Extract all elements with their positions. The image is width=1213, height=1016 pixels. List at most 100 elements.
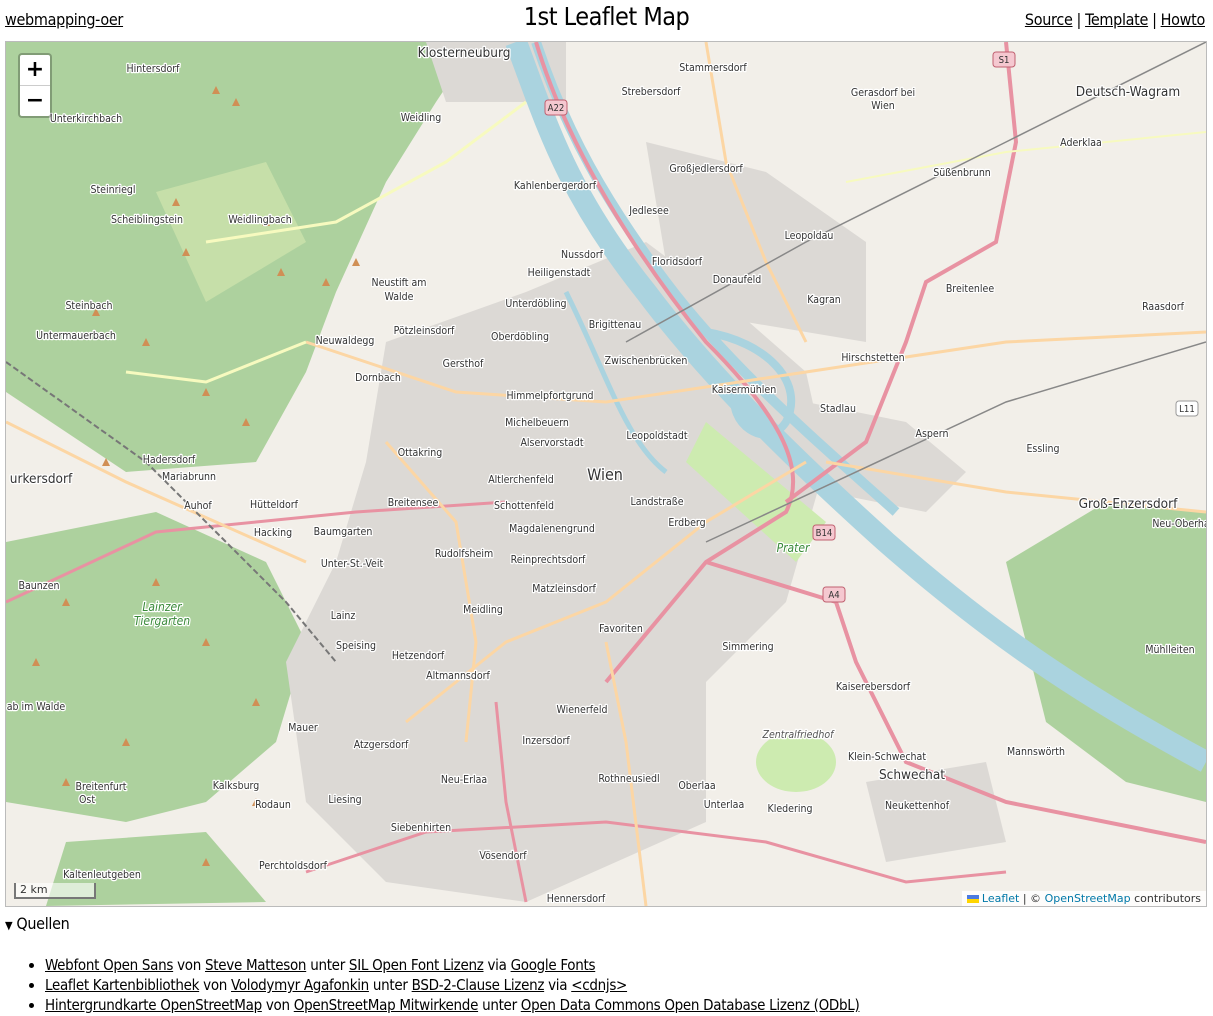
zoom-control: + −	[18, 53, 52, 118]
map-label: Weidlingbach	[228, 214, 291, 226]
map-label: Essling	[1026, 443, 1059, 455]
map-label: Liesing	[328, 794, 361, 806]
city-label-wien: Wien	[587, 465, 623, 484]
source-link[interactable]: Steve Matteson	[205, 956, 306, 974]
map-label: Breitensee	[388, 497, 439, 509]
map-label: Zentralfriedhof	[762, 729, 836, 741]
source-link[interactable]: BSD-2-Clause Lizenz	[412, 976, 545, 994]
map-label: Oberdöbling	[491, 331, 549, 343]
map-label: Steinbach	[65, 300, 112, 312]
map-label: Unterdöbling	[505, 298, 566, 310]
sources-summary-label: Quellen	[16, 914, 70, 933]
source-link[interactable]: Leaflet Kartenbibliothek	[45, 976, 199, 994]
map-label: Meidling	[463, 604, 503, 616]
map-label: Neuwaldegg	[316, 335, 375, 347]
map-label: Matzleinsdorf	[532, 583, 596, 595]
source-text: von	[173, 956, 206, 974]
zoom-in-button[interactable]: +	[20, 55, 50, 86]
map-label: Tiergarten	[134, 614, 190, 628]
map-label: Perchtoldsdorf	[259, 860, 328, 872]
source-item: Webfont Open Sans von Steve Matteson unt…	[45, 955, 859, 975]
triangle-down-icon: ▼	[5, 919, 13, 932]
attribution: Leaflet | © OpenStreetMap contributors	[961, 891, 1206, 906]
map-label: Klein-Schwechat	[848, 751, 926, 763]
map-label: Lainz	[331, 610, 356, 622]
scale-bar: 2 km	[14, 883, 96, 899]
map-label: Untermauerbach	[36, 330, 116, 342]
leaflet-link[interactable]: Leaflet	[982, 892, 1019, 905]
map-label: Aderklaa	[1060, 137, 1102, 149]
howto-link[interactable]: Howto	[1161, 10, 1206, 29]
peak-icon	[352, 258, 360, 266]
map-label: Zwischenbrücken	[605, 355, 688, 367]
road-shield-label: A4	[828, 590, 839, 601]
map-label: Breitenfurt	[76, 781, 127, 793]
map-label: Raasdorf	[1142, 301, 1184, 313]
sources-list: Webfont Open Sans von Steve Matteson unt…	[5, 955, 860, 1015]
map-label: Süßenbrunn	[933, 167, 991, 179]
osm-link[interactable]: OpenStreetMap	[1045, 892, 1131, 905]
map-tiles[interactable]: Klosterneuburg Hintersdorf Stammersdorf Str…	[6, 42, 1206, 906]
map-label: Leopoldstadt	[626, 430, 687, 442]
map-label: Inzersdorf	[522, 735, 570, 747]
map-label: Oberlaa	[678, 780, 715, 792]
source-link[interactable]: Open Data Commons Open Database Lizenz (…	[521, 996, 860, 1014]
source-link[interactable]: SIL Open Font Lizenz	[349, 956, 484, 974]
map-label: Pötzleinsdorf	[394, 325, 455, 337]
source-link[interactable]: Webfont Open Sans	[45, 956, 173, 974]
map-label: Walde	[385, 291, 414, 303]
map-label: Altmannsdorf	[426, 670, 490, 682]
map-label: Scheiblingstein	[111, 214, 183, 226]
map-label: Donaufeld	[713, 274, 762, 286]
source-text: unter	[478, 996, 521, 1014]
map-label: Deutsch-Wagram	[1076, 84, 1180, 100]
source-text: von	[199, 976, 232, 994]
map-label: Steinriegl	[90, 184, 135, 196]
source-link[interactable]: Hintergrundkarte OpenStreetMap	[45, 996, 262, 1014]
map-label: Mariabrunn	[162, 471, 216, 483]
map-label: Neu-Oberha	[1152, 518, 1206, 530]
source-link[interactable]: <cdnjs>	[571, 976, 627, 994]
map-label: Jedlesee	[628, 205, 669, 217]
page-header: webmapping-oer 1st Leaflet Map Source | Te…	[0, 0, 1213, 40]
map-label: Siebenhirten	[391, 822, 451, 834]
source-text: unter	[368, 976, 412, 994]
source-text: von	[261, 996, 294, 1014]
map-label: Kalksburg	[213, 780, 260, 792]
map-label: Kledering	[768, 803, 813, 815]
map-label: Michelbeuern	[505, 417, 569, 429]
map-label: Kaiserebersdorf	[836, 681, 911, 693]
template-link[interactable]: Template	[1085, 10, 1148, 29]
source-text: via	[544, 976, 572, 994]
map-label: Wien	[871, 100, 895, 112]
map-label: Gersthof	[443, 358, 484, 370]
source-link[interactable]: OpenStreetMap Mitwirkende	[294, 996, 479, 1014]
map-label: Hütteldorf	[250, 499, 299, 511]
map-label: Brigittenau	[589, 319, 642, 331]
map[interactable]: Klosterneuburg Hintersdorf Stammersdorf Str…	[5, 41, 1207, 907]
separator: |	[1152, 10, 1157, 29]
sources-summary[interactable]: ▼ Quellen	[5, 914, 859, 933]
map-label: Ost	[79, 794, 95, 806]
source-link[interactable]: Volodymyr Agafonkin	[231, 976, 369, 994]
map-label: ab im Walde	[7, 701, 66, 713]
secondary-road	[845, 131, 1206, 183]
map-label: Vösendorf	[479, 850, 527, 862]
map-label: urkersdorf	[10, 471, 73, 487]
map-label: Lainzer	[142, 600, 182, 614]
map-label: Reinprechtsdorf	[511, 554, 586, 566]
map-label: Unter-St.-Veit	[321, 558, 384, 570]
map-label: Mühlleiten	[1145, 644, 1194, 656]
map-label: Neustift am	[372, 277, 427, 289]
zoom-out-button[interactable]: −	[20, 86, 50, 116]
map-label: Neukettenhof	[885, 800, 950, 812]
map-label: Rothneusiedl	[598, 773, 659, 785]
map-label: Hacking	[254, 527, 292, 539]
map-label: Unterlaa	[704, 799, 745, 811]
map-label: Altlerchenfeld	[488, 474, 554, 486]
source-link[interactable]: Source	[1025, 10, 1073, 29]
map-label: Stadlau	[820, 403, 856, 415]
road-shield-label: A22	[548, 103, 565, 114]
map-label: Kaltenleutgeben	[63, 869, 141, 881]
source-link[interactable]: Google Fonts	[511, 956, 596, 974]
